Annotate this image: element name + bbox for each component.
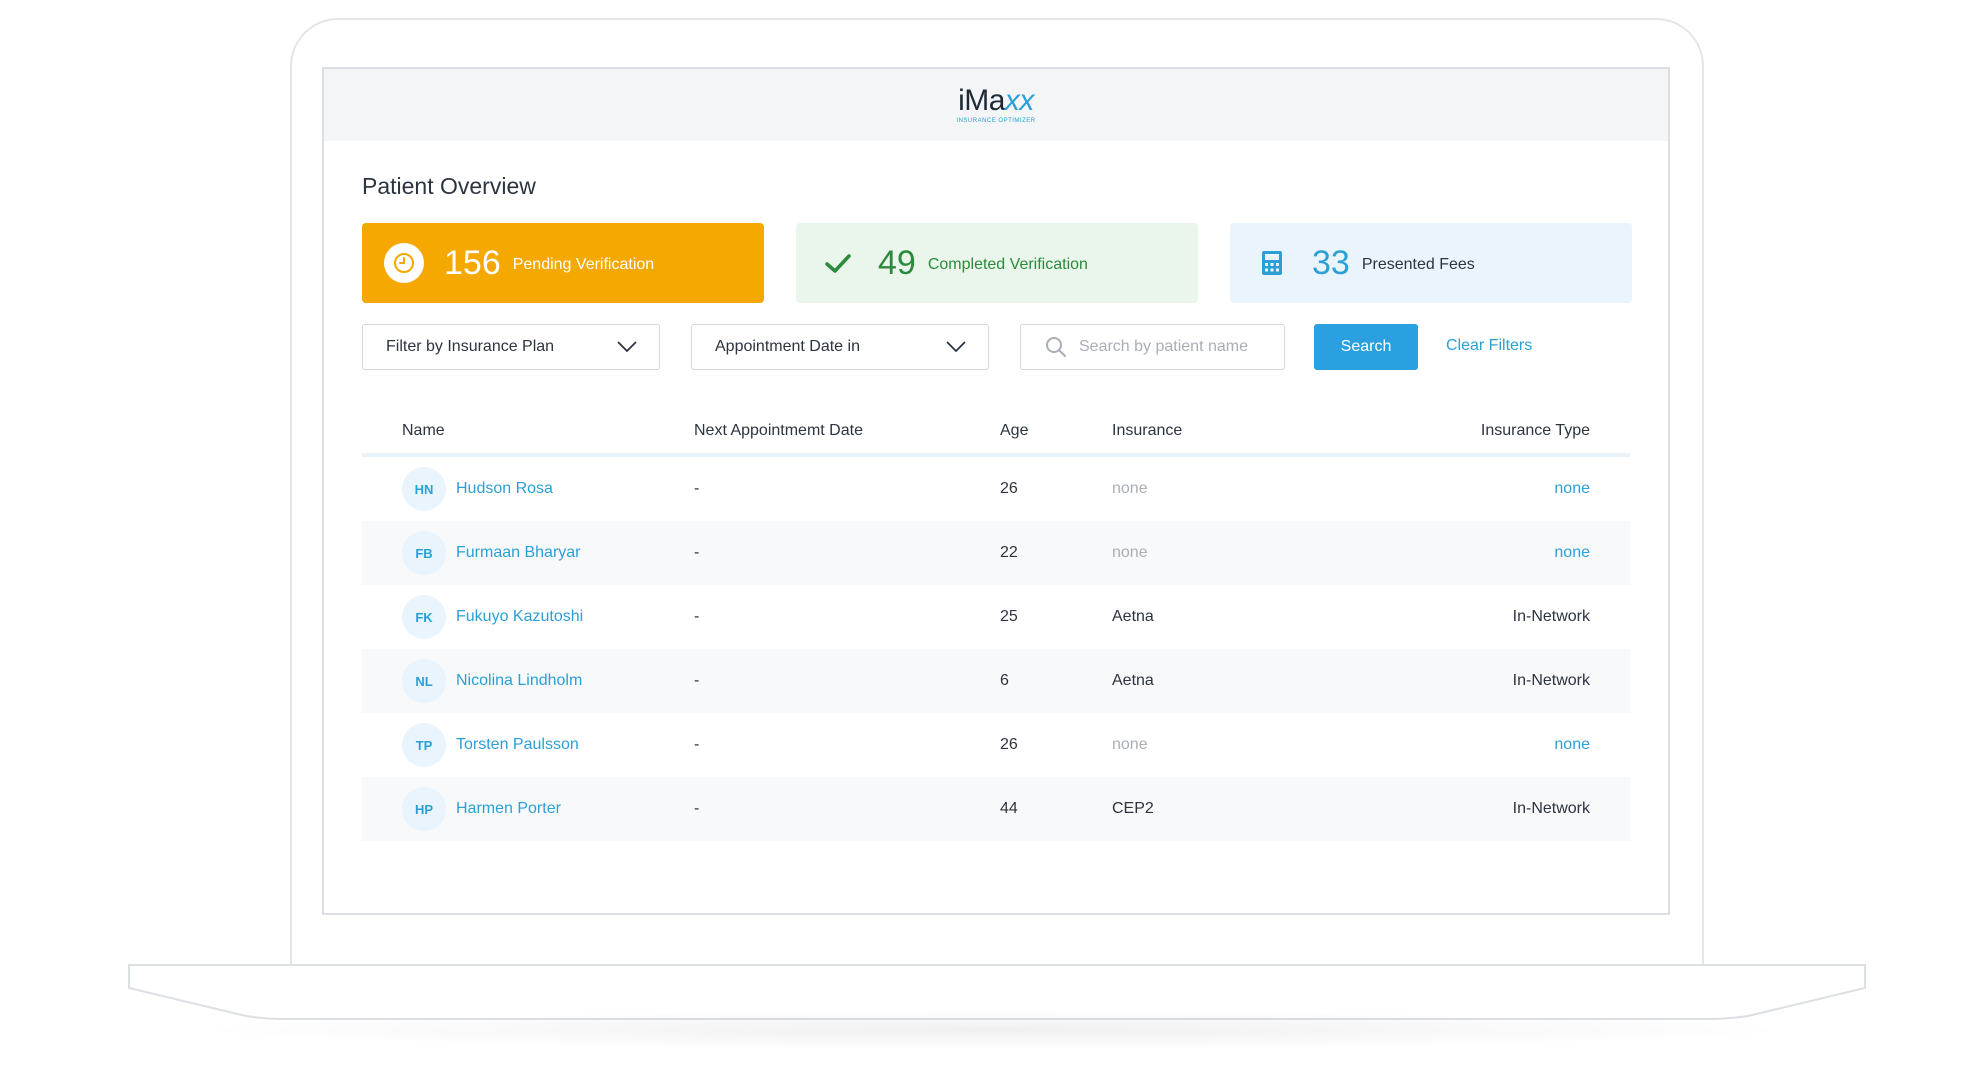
appointment-date-filter[interactable]: Appointment Date in [691, 324, 989, 370]
appointment-date-cell: - [694, 480, 700, 497]
calculator-icon [1252, 243, 1292, 283]
table-row[interactable]: NL Nicolina Lindholm - 6 Aetna In-Network [362, 649, 1630, 713]
table-row[interactable]: TP Torsten Paulsson - 26 none none [362, 713, 1630, 777]
search-box[interactable] [1020, 324, 1285, 370]
avatar: FK [402, 595, 446, 639]
insurance-type-cell: In-Network [1512, 608, 1590, 625]
avatar: NL [402, 659, 446, 703]
completed-verification-card[interactable]: 49 Completed Verification [796, 223, 1198, 303]
appointment-date-cell: - [694, 544, 700, 561]
insurance-type-cell: In-Network [1512, 800, 1590, 817]
appointment-date-cell: - [694, 800, 700, 817]
column-header-insurance[interactable]: Insurance [1112, 422, 1312, 440]
column-header-next-appointment[interactable]: Next Appointmemt Date [694, 422, 1000, 440]
pending-verification-card[interactable]: 156 Pending Verification [362, 223, 764, 303]
search-input[interactable] [1079, 338, 1279, 356]
age-cell: 25 [1000, 608, 1018, 625]
insurance-cell: none [1112, 736, 1148, 753]
search-button[interactable]: Search [1314, 324, 1418, 370]
logo-wordmark: iMaxx [958, 86, 1034, 116]
patient-name-link[interactable]: Fukuyo Kazutoshi [456, 608, 583, 626]
table-row[interactable]: HP Harmen Porter - 44 CEP2 In-Network [362, 777, 1630, 841]
patient-name-link[interactable]: Hudson Rosa [456, 480, 553, 498]
table-row[interactable]: FK Fukuyo Kazutoshi - 25 Aetna In-Network [362, 585, 1630, 649]
column-header-name[interactable]: Name [362, 422, 694, 440]
age-cell: 44 [1000, 800, 1018, 817]
column-header-age[interactable]: Age [1000, 422, 1112, 440]
appointment-date-cell: - [694, 672, 700, 689]
insurance-type-cell: In-Network [1512, 672, 1590, 689]
insurance-plan-filter-label: Filter by Insurance Plan [386, 338, 555, 355]
table-row[interactable]: FB Furmaan Bharyar - 22 none none [362, 521, 1630, 585]
patient-name-link[interactable]: Harmen Porter [456, 800, 561, 818]
logo: iMaxx INSURANCE OPTIMIZER [956, 86, 1036, 125]
insurance-cell: CEP2 [1112, 800, 1154, 817]
presented-fees-card[interactable]: 33 Presented Fees [1230, 223, 1632, 303]
clear-filters-link[interactable]: Clear Filters [1446, 337, 1532, 355]
insurance-cell: none [1112, 544, 1148, 561]
appointment-date-filter-label: Appointment Date in [715, 338, 860, 355]
insurance-type-cell[interactable]: none [1312, 480, 1630, 498]
fees-label: Presented Fees [1361, 256, 1475, 273]
age-cell: 26 [1000, 736, 1018, 753]
insurance-cell: Aetna [1112, 608, 1154, 625]
completed-label: Completed Verification [927, 256, 1088, 273]
logo-accent-text: xx [1004, 84, 1035, 117]
patient-name-link[interactable]: Furmaan Bharyar [456, 544, 581, 562]
checkmark-icon [818, 243, 858, 283]
search-icon [1046, 337, 1066, 357]
patient-name-link[interactable]: Torsten Paulsson [456, 736, 579, 754]
clock-icon [384, 243, 424, 283]
insurance-cell: none [1112, 480, 1148, 497]
avatar: HP [402, 787, 446, 831]
column-header-insurance-type[interactable]: Insurance Type [1312, 422, 1630, 440]
laptop-shadow [180, 1010, 1810, 1050]
fees-count: 33 [1312, 244, 1350, 282]
pending-count: 156 [444, 244, 501, 282]
logo-main-text: iMa [958, 84, 1005, 117]
age-cell: 22 [1000, 544, 1018, 561]
age-cell: 26 [1000, 480, 1018, 497]
chevron-down-icon [617, 341, 637, 353]
age-cell: 6 [1000, 672, 1009, 689]
patient-name-link[interactable]: Nicolina Lindholm [456, 672, 582, 690]
app-screen: iMaxx INSURANCE OPTIMIZER Patient Overvi… [322, 67, 1670, 915]
appointment-date-cell: - [694, 736, 700, 753]
chevron-down-icon [946, 341, 966, 353]
avatar: TP [402, 723, 446, 767]
avatar: FB [402, 531, 446, 575]
insurance-type-cell[interactable]: none [1312, 544, 1630, 562]
pending-label: Pending Verification [512, 256, 655, 273]
table-row[interactable]: HN Hudson Rosa - 26 none none [362, 457, 1630, 521]
table-header: Name Next Appointmemt Date Age Insurance… [362, 409, 1630, 457]
insurance-type-cell[interactable]: none [1312, 736, 1630, 754]
app-header: iMaxx INSURANCE OPTIMIZER [324, 69, 1668, 141]
completed-count: 49 [878, 244, 916, 282]
logo-tagline: INSURANCE OPTIMIZER [956, 118, 1036, 124]
page-title: Patient Overview [362, 173, 536, 199]
appointment-date-cell: - [694, 608, 700, 625]
avatar: HN [402, 467, 446, 511]
insurance-cell: Aetna [1112, 672, 1154, 689]
insurance-plan-filter[interactable]: Filter by Insurance Plan [362, 324, 660, 370]
patient-table: Name Next Appointmemt Date Age Insurance… [362, 409, 1630, 841]
